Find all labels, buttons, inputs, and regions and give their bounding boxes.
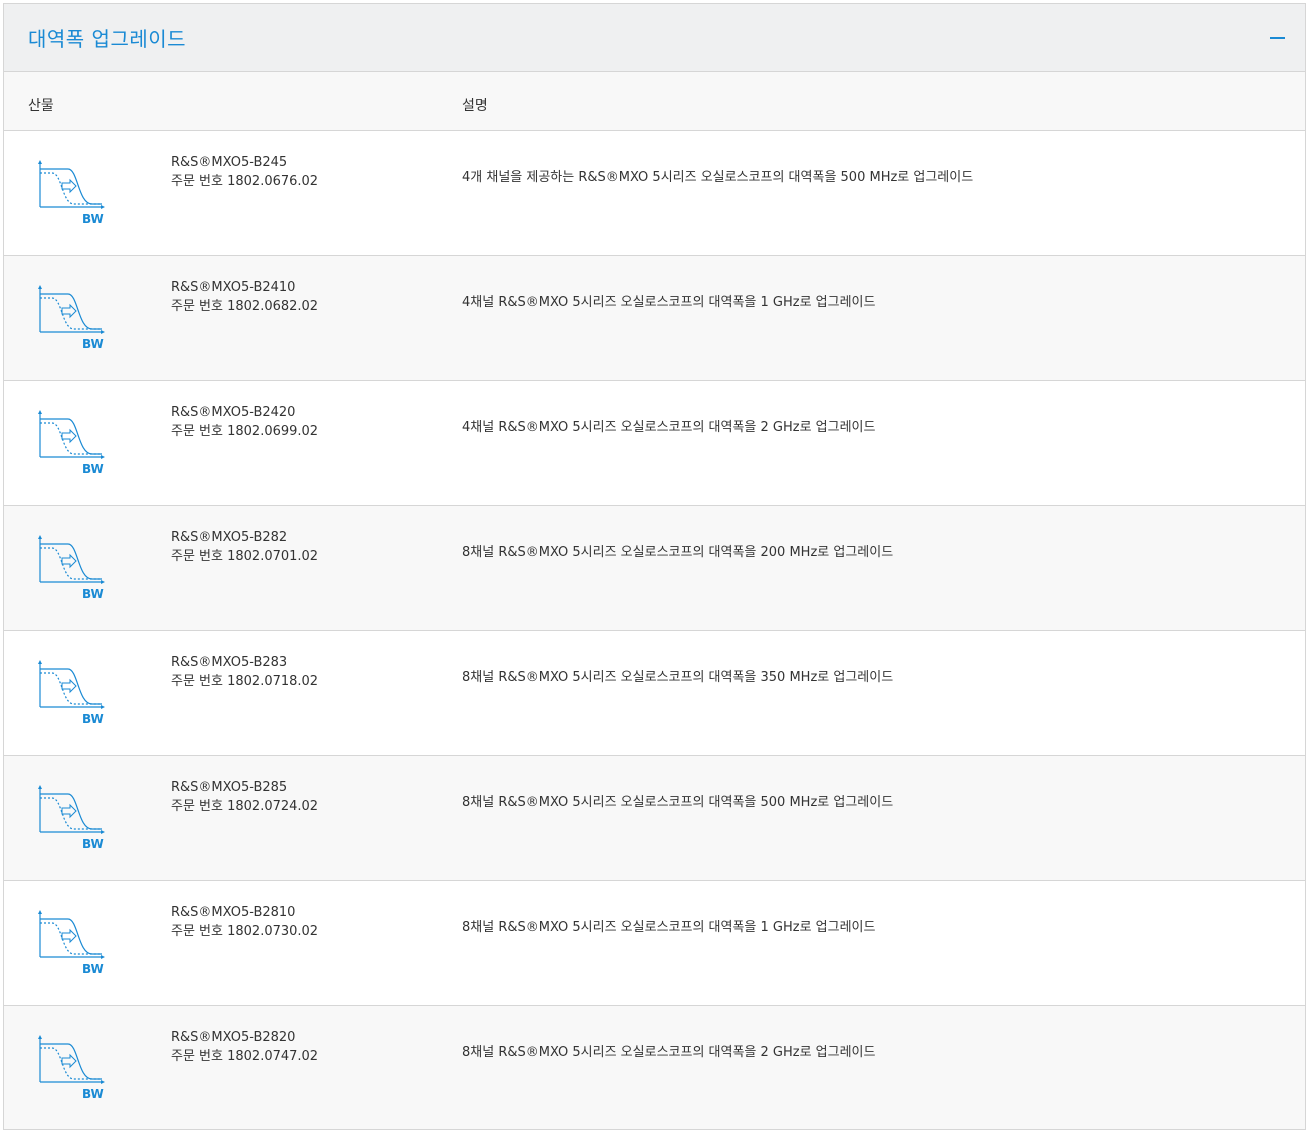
product-table-body: BW R&S®MXO5-B245 주문 번호 1802.0676.02 4개 채… <box>4 131 1305 1129</box>
bandwidth-upgrade-panel: 대역폭 업그레이드 산물 설명 BW R&S®MXO5-B245 주문 번호 1… <box>3 3 1306 1130</box>
product-description: 8채널 R&S®MXO 5시리즈 오실로스코프의 대역폭을 200 MHz로 업… <box>462 545 894 560</box>
product-name: R&S®MXO5-B283 <box>171 655 288 670</box>
order-number: 주문 번호 1802.0682.02 <box>171 299 319 314</box>
bandwidth-icon-graphic: BW <box>38 160 105 226</box>
product-description: 8채널 R&S®MXO 5시리즈 오실로스코프의 대역폭을 2 GHz로 업그레… <box>462 1045 876 1060</box>
product-description: 4채널 R&S®MXO 5시리즈 오실로스코프의 대역폭을 2 GHz로 업그레… <box>462 420 876 435</box>
svg-text:BW: BW <box>82 1087 104 1101</box>
bandwidth-icon-graphic: BW <box>38 910 105 976</box>
product-description: 8채널 R&S®MXO 5시리즈 오실로스코프의 대역폭을 350 MHz로 업… <box>462 670 894 685</box>
product-description: 4채널 R&S®MXO 5시리즈 오실로스코프의 대역폭을 1 GHz로 업그레… <box>462 295 876 310</box>
bandwidth-icon: BW <box>34 784 106 852</box>
svg-text:BW: BW <box>82 337 104 351</box>
panel-header[interactable]: 대역폭 업그레이드 <box>4 4 1305 72</box>
svg-text:BW: BW <box>82 462 104 476</box>
column-header-description: 설명 <box>462 98 488 114</box>
bandwidth-icon: BW <box>34 1034 106 1102</box>
order-number: 주문 번호 1802.0747.02 <box>171 1049 319 1064</box>
table-header: 산물 설명 <box>4 72 1305 131</box>
order-number: 주문 번호 1802.0724.02 <box>171 799 319 814</box>
product-name: R&S®MXO5-B285 <box>171 780 288 795</box>
order-number: 주문 번호 1802.0699.02 <box>171 424 319 439</box>
product-name: R&S®MXO5-B282 <box>171 530 288 545</box>
bandwidth-icon-graphic: BW <box>38 785 105 851</box>
svg-text:BW: BW <box>82 587 104 601</box>
svg-text:BW: BW <box>82 712 104 726</box>
bandwidth-icon: BW <box>34 534 106 602</box>
product-name: R&S®MXO5-B2810 <box>171 905 296 920</box>
table-row: BW R&S®MXO5-B2820 주문 번호 1802.0747.02 8채널… <box>4 1006 1305 1129</box>
table-row: BW R&S®MXO5-B282 주문 번호 1802.0701.02 8채널 … <box>4 506 1305 631</box>
order-number: 주문 번호 1802.0676.02 <box>171 174 319 189</box>
bandwidth-icon: BW <box>34 159 106 227</box>
product-info: R&S®MXO5-B283 주문 번호 1802.0718.02 <box>171 653 318 691</box>
bandwidth-icon-graphic: BW <box>38 535 105 601</box>
collapse-button[interactable] <box>1267 28 1287 48</box>
bandwidth-icon: BW <box>34 909 106 977</box>
bandwidth-icon-graphic: BW <box>38 660 105 726</box>
svg-text:BW: BW <box>82 212 104 226</box>
product-info: R&S®MXO5-B2410 주문 번호 1802.0682.02 <box>171 278 318 316</box>
table-row: BW R&S®MXO5-B245 주문 번호 1802.0676.02 4개 채… <box>4 131 1305 256</box>
table-row: BW R&S®MXO5-B2420 주문 번호 1802.0699.02 4채널… <box>4 381 1305 506</box>
table-row: BW R&S®MXO5-B2410 주문 번호 1802.0682.02 4채널… <box>4 256 1305 381</box>
product-name: R&S®MXO5-B2420 <box>171 405 296 420</box>
bandwidth-icon-graphic: BW <box>38 410 105 476</box>
column-header-product: 산물 <box>28 98 54 114</box>
bandwidth-icon-graphic: BW <box>38 285 105 351</box>
table-row: BW R&S®MXO5-B285 주문 번호 1802.0724.02 8채널 … <box>4 756 1305 881</box>
bandwidth-icon: BW <box>34 284 106 352</box>
bandwidth-icon: BW <box>34 659 106 727</box>
order-number: 주문 번호 1802.0730.02 <box>171 924 319 939</box>
order-number: 주문 번호 1802.0701.02 <box>171 549 319 564</box>
product-description: 8채널 R&S®MXO 5시리즈 오실로스코프의 대역폭을 500 MHz로 업… <box>462 795 894 810</box>
product-info: R&S®MXO5-B282 주문 번호 1802.0701.02 <box>171 528 318 566</box>
svg-text:BW: BW <box>82 837 104 851</box>
product-info: R&S®MXO5-B2810 주문 번호 1802.0730.02 <box>171 903 318 941</box>
product-info: R&S®MXO5-B245 주문 번호 1802.0676.02 <box>171 153 318 191</box>
table-row: BW R&S®MXO5-B283 주문 번호 1802.0718.02 8채널 … <box>4 631 1305 756</box>
order-number: 주문 번호 1802.0718.02 <box>171 674 319 689</box>
table-row: BW R&S®MXO5-B2810 주문 번호 1802.0730.02 8채널… <box>4 881 1305 1006</box>
product-description: 4개 채널을 제공하는 R&S®MXO 5시리즈 오실로스코프의 대역폭을 50… <box>462 170 974 185</box>
minus-icon <box>1269 36 1285 39</box>
bandwidth-icon-graphic: BW <box>38 1035 105 1101</box>
product-description: 8채널 R&S®MXO 5시리즈 오실로스코프의 대역폭을 1 GHz로 업그레… <box>462 920 876 935</box>
product-info: R&S®MXO5-B2820 주문 번호 1802.0747.02 <box>171 1028 318 1066</box>
product-name: R&S®MXO5-B245 <box>171 155 288 170</box>
product-info: R&S®MXO5-B2420 주문 번호 1802.0699.02 <box>171 403 318 441</box>
product-name: R&S®MXO5-B2410 <box>171 280 296 295</box>
panel-title: 대역폭 업그레이드 <box>28 27 187 51</box>
product-name: R&S®MXO5-B2820 <box>171 1030 296 1045</box>
product-info: R&S®MXO5-B285 주문 번호 1802.0724.02 <box>171 778 318 816</box>
bandwidth-icon: BW <box>34 409 106 477</box>
svg-text:BW: BW <box>82 962 104 976</box>
